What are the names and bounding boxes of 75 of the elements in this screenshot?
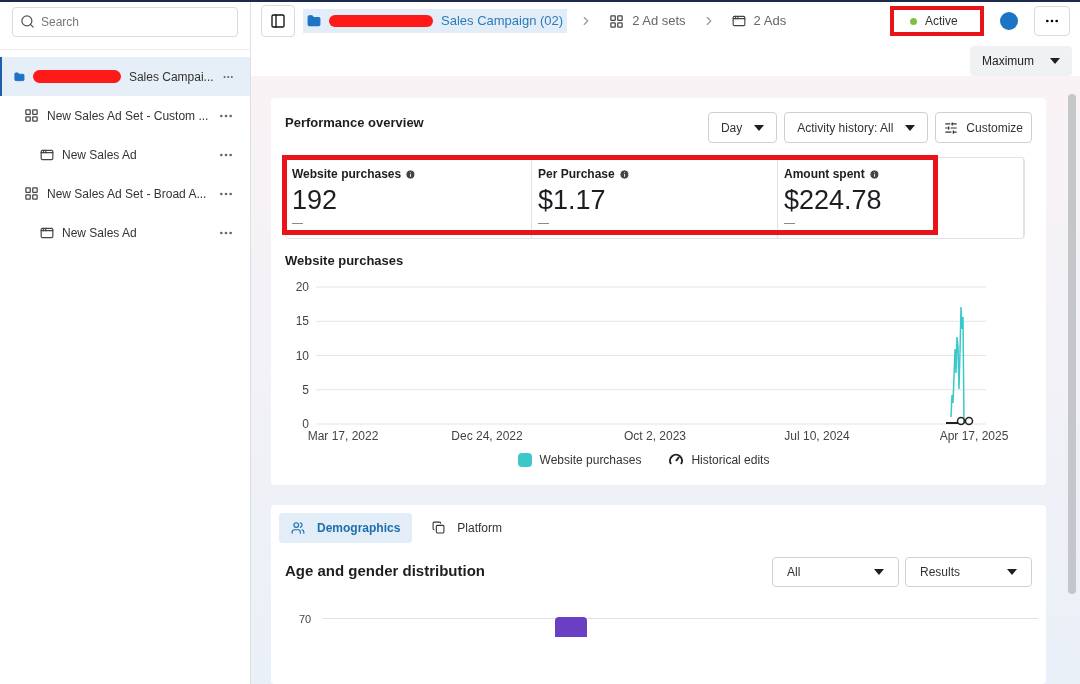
dropdown-button[interactable]: Day <box>707 112 778 143</box>
info-icon <box>618 168 630 180</box>
tree-item[interactable]: New Sales Ad <box>0 135 250 174</box>
dropdown-button[interactable]: Results <box>905 556 1032 587</box>
breadcrumb-item[interactable]: 2 Ad sets <box>605 9 690 33</box>
tree-item[interactable]: New Sales Ad <box>0 213 250 252</box>
legend-label: Website purchases <box>539 451 642 469</box>
tree-item-label: New Sales Ad Set - Broad A... <box>47 185 208 203</box>
y-axis-label: 5 <box>302 382 309 397</box>
x-axis-label: Apr 17, 2025 <box>939 428 1009 443</box>
avatar[interactable] <box>1000 12 1018 30</box>
settings-icon <box>944 120 959 135</box>
metric-label: Per Purchase <box>538 166 615 183</box>
section-title: Age and gender distribution <box>285 561 485 582</box>
info-icon <box>405 168 417 180</box>
x-axis-label: Oct 2, 2023 <box>624 428 686 443</box>
y-axis-label: 70 <box>299 611 313 627</box>
sidebar-toggle-button[interactable] <box>261 5 295 37</box>
metric-change: — <box>538 216 550 228</box>
metric-change: — <box>784 216 796 228</box>
caret-icon <box>1007 568 1017 575</box>
folder-icon <box>14 69 25 84</box>
metric-label: Website purchases <box>292 166 402 183</box>
search-icon <box>20 14 35 29</box>
bar <box>555 616 587 637</box>
metric-value: $1.17 <box>538 184 607 216</box>
metric-label: Amount spent <box>784 166 865 183</box>
y-axis-label: 10 <box>295 348 309 362</box>
caret-icon <box>754 124 765 131</box>
folder-icon <box>307 14 321 28</box>
x-axis-label: Mar 17, 2022 <box>307 428 379 443</box>
people-icon <box>291 520 305 535</box>
metric-change: — <box>292 216 304 228</box>
view-dropdown[interactable]: Maximum <box>970 46 1072 76</box>
x-axis-label: Jul 10, 2024 <box>784 428 850 443</box>
status-pill[interactable]: Active <box>890 6 984 36</box>
search-field[interactable]: Search <box>12 7 238 37</box>
caret-icon <box>1050 58 1060 64</box>
tab[interactable]: Platform <box>420 512 515 543</box>
tree-item[interactable]: Sales Campai... <box>0 57 250 96</box>
grid-icon <box>24 186 39 201</box>
window-icon <box>40 225 54 240</box>
tree-item[interactable]: New Sales Ad Set - Custom ... <box>0 96 250 135</box>
card-title: Performance overview <box>285 114 424 132</box>
edit-markers-drawing <box>945 416 974 425</box>
legend-label: Historical edits <box>691 451 770 469</box>
tab[interactable]: Demographics <box>279 512 413 543</box>
metric-value: 192 <box>292 184 339 216</box>
panel-icon <box>270 13 286 29</box>
y-axis-label: 0 <box>302 416 309 431</box>
breadcrumb-item[interactable]: 2 Ads <box>727 9 791 33</box>
chart-title: Website purchases <box>285 252 405 270</box>
tree-item-label: New Sales Ad Set - Custom ... <box>47 107 210 125</box>
window-icon <box>731 14 746 28</box>
info-icon <box>868 168 880 180</box>
dropdown-button[interactable]: All <box>772 556 899 587</box>
caret-icon <box>905 124 916 131</box>
tree-item[interactable]: New Sales Ad Set - Broad A... <box>0 174 250 213</box>
customize-button[interactable]: Customize <box>935 112 1032 143</box>
y-axis-label: 20 <box>295 279 309 294</box>
y-axis-label: 15 <box>295 313 309 328</box>
tree-item-label: New Sales Ad <box>62 146 138 164</box>
x-axis-label: Dec 24, 2022 <box>451 428 523 443</box>
gauge-icon <box>669 453 684 466</box>
window-icon <box>40 147 54 162</box>
caret-icon <box>874 568 884 575</box>
tree-item-label: Sales Campai... <box>128 68 214 86</box>
dropdown-button[interactable]: Activity history: All <box>784 112 929 143</box>
grid-icon <box>24 108 39 123</box>
metric-value: $224.78 <box>784 184 883 216</box>
grid-icon <box>609 13 625 29</box>
scrollbar[interactable] <box>1068 94 1076 594</box>
breadcrumb-item[interactable]: Sales Campaign (02) <box>303 9 568 33</box>
tree-item-label: New Sales Ad <box>62 224 138 242</box>
copy-icon <box>432 521 446 534</box>
